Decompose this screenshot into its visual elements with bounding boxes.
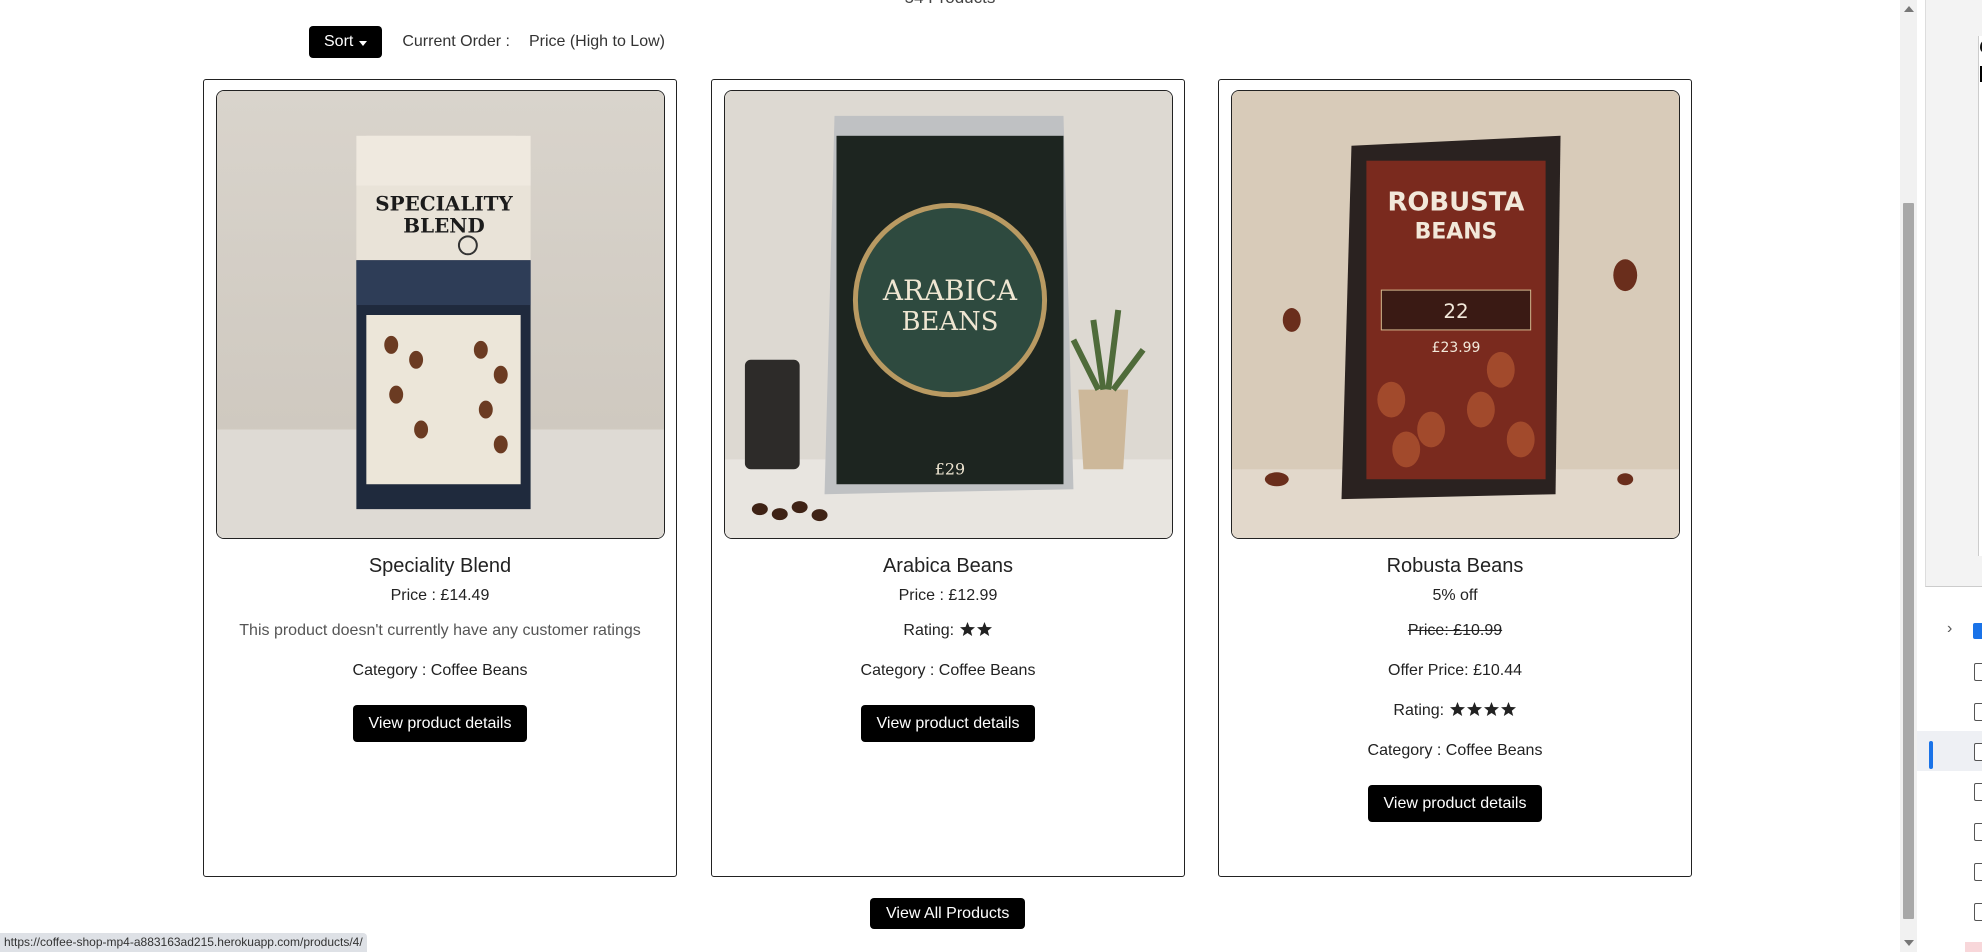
view-product-details-button[interactable]: View product details: [1367, 785, 1543, 822]
rating-stars: [1449, 693, 1517, 733]
product-page: 54 Products Sort Current Order : Price (…: [0, 0, 1900, 952]
star-icon: [959, 622, 975, 636]
view-product-details-button[interactable]: View product details: [352, 705, 528, 742]
product-card-arabica-beans: ARABICA BEANS £29 Arabica Beans Price : …: [711, 79, 1185, 877]
star-icon: [1466, 702, 1482, 716]
product-card-robusta-beans: ROBUSTA BEANS 22 £23.99 Robusta Beans 5%…: [1218, 79, 1692, 877]
status-bar-url: https://coffee-shop-mp4-a883163ad215.her…: [0, 933, 367, 952]
product-price: Price : £14.49: [390, 587, 490, 604]
product-rating: Rating:: [1219, 691, 1691, 731]
product-category: Category : Coffee Beans: [1367, 742, 1543, 759]
product-category: Category : Coffee Beans: [352, 662, 528, 679]
product-price: Price : £12.99: [898, 587, 998, 604]
sort-bar: Sort Current Order : Price (High to Low): [309, 26, 665, 58]
product-name[interactable]: Robusta Beans: [1219, 551, 1691, 581]
image-price: £29: [935, 459, 965, 478]
image-title-line2: BEANS: [1415, 219, 1498, 244]
page-scrollbar[interactable]: [1900, 0, 1917, 952]
file-icon: [1974, 663, 1982, 681]
original-price: Price: £10.99: [1407, 622, 1503, 639]
product-rating-empty: This product doesn't currently have any …: [239, 622, 641, 639]
rating-label: Rating:: [903, 622, 955, 639]
tree-row-file[interactable]: [1917, 811, 1982, 851]
product-name[interactable]: Arabica Beans: [712, 551, 1184, 581]
side-preview-panel: C: [1925, 0, 1982, 587]
product-name[interactable]: Speciality Blend: [204, 551, 676, 581]
product-card-speciality-blend: SPECIALITY BLEND Speciality Blend Price …: [203, 79, 677, 877]
tree-row-file[interactable]: [1917, 851, 1982, 891]
scroll-up-arrow-icon[interactable]: [1904, 6, 1914, 12]
file-icon: [1974, 783, 1982, 801]
file-icon: [1974, 903, 1982, 921]
sort-button-label: Sort: [324, 33, 354, 50]
scroll-down-arrow-icon[interactable]: [1904, 940, 1914, 946]
file-icon: [1974, 743, 1982, 761]
side-preview-inner: [1978, 36, 1982, 556]
image-number: 22: [1443, 300, 1468, 323]
image-title-line1: ROBUSTA: [1388, 187, 1525, 217]
caret-down-icon: [359, 40, 368, 46]
rating-stars: [959, 613, 993, 653]
current-order-label: Current Order :: [402, 33, 510, 50]
rating-label: Rating:: [1393, 702, 1445, 719]
product-image[interactable]: ROBUSTA BEANS 22 £23.99: [1231, 90, 1680, 539]
image-title-line2: BLEND: [403, 213, 484, 237]
tree-row-file[interactable]: [1917, 691, 1982, 731]
offer-price: Offer Price: £10.44: [1388, 662, 1522, 679]
side-bottom-strip: [1965, 942, 1982, 952]
view-product-details-button[interactable]: View product details: [860, 705, 1036, 742]
products-count: 54 Products: [900, 0, 1000, 8]
product-rating: Rating:: [712, 611, 1184, 651]
tree-row-folder[interactable]: ›: [1917, 611, 1982, 651]
image-title-line1: SPECIALITY: [375, 191, 513, 215]
file-icon: [1974, 863, 1982, 881]
scroll-thumb[interactable]: [1903, 203, 1914, 919]
active-indicator: [1929, 741, 1933, 769]
star-icon: [1449, 702, 1465, 716]
tree-row-file[interactable]: [1917, 771, 1982, 811]
file-icon: [1974, 703, 1982, 721]
product-card-body: Robusta Beans 5% off Price: £10.99 Offer…: [1219, 545, 1691, 822]
current-order-value: Price (High to Low): [528, 33, 665, 50]
tree-row-file[interactable]: [1917, 651, 1982, 691]
image-title-line2: BEANS: [902, 307, 999, 337]
product-category: Category : Coffee Beans: [860, 662, 1036, 679]
product-card-body: Arabica Beans Price : £12.99 Rating: Cat…: [712, 545, 1184, 742]
star-icon: [976, 622, 992, 636]
tree-row-file-active[interactable]: [1917, 731, 1982, 771]
view-all-products-button[interactable]: View All Products: [870, 898, 1026, 929]
sort-button[interactable]: Sort: [309, 26, 383, 58]
tree-row-file[interactable]: [1917, 891, 1982, 931]
devtools-side-panel: C ›: [1917, 0, 1982, 952]
product-image[interactable]: SPECIALITY BLEND: [216, 90, 665, 539]
chevron-right-icon[interactable]: ›: [1947, 620, 1952, 638]
product-image[interactable]: ARABICA BEANS £29: [724, 90, 1173, 539]
product-card-body: Speciality Blend Price : £14.49 This pro…: [204, 545, 676, 742]
discount-badge: 5% off: [1432, 587, 1478, 604]
image-price: £23.99: [1432, 340, 1481, 356]
star-icon: [1483, 702, 1499, 716]
file-icon: [1974, 823, 1982, 841]
image-title-line1: ARABICA: [882, 274, 1018, 307]
star-icon: [1500, 702, 1516, 716]
folder-icon: [1973, 623, 1982, 639]
